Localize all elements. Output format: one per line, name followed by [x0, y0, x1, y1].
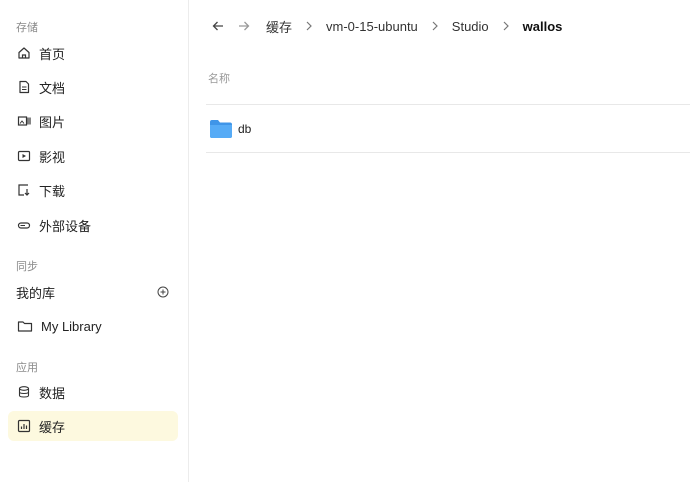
- forward-arrow-icon[interactable]: [236, 18, 252, 34]
- sidebar-item-label: 影视: [39, 149, 66, 165]
- sidebar-item-external-devices[interactable]: 外部设备: [8, 210, 178, 240]
- sidebar-item-label: 图片: [39, 114, 66, 130]
- sidebar-item-cache[interactable]: 缓存: [8, 411, 178, 441]
- sidebar-item-label: 文档: [39, 80, 66, 96]
- file-row[interactable]: db: [206, 106, 690, 152]
- breadcrumb: 缓存 vm-0-15-ubuntu Studio wallos: [190, 0, 690, 52]
- breadcrumb-item-current: wallos: [522, 18, 563, 34]
- sidebar-item-downloads[interactable]: 下载: [8, 175, 178, 205]
- my-library-label: 我的库: [16, 285, 56, 301]
- sidebar: 存储 首页 文档 图片 影视 下载 外部设备 同步 我的库 My Library…: [0, 0, 189, 482]
- download-icon: [17, 183, 31, 197]
- chevron-right-icon: [302, 19, 316, 33]
- breadcrumb-item-studio[interactable]: Studio: [452, 19, 489, 34]
- sidebar-item-my-library[interactable]: My Library: [8, 311, 178, 341]
- section-header-storage: 存储: [16, 22, 38, 34]
- sidebar-item-data[interactable]: 数据: [8, 377, 178, 407]
- breadcrumb-item-cache[interactable]: 缓存: [266, 17, 292, 36]
- folder-icon: [210, 120, 232, 138]
- section-header-sync: 同步: [16, 261, 38, 273]
- cache-icon: [17, 419, 31, 433]
- sidebar-item-label: 缓存: [39, 419, 66, 435]
- sidebar-item-label: 外部设备: [39, 218, 92, 234]
- divider: [206, 152, 690, 153]
- divider: [206, 104, 690, 105]
- section-header-apps: 应用: [16, 362, 38, 374]
- video-icon: [17, 149, 31, 163]
- sidebar-item-videos[interactable]: 影视: [8, 141, 178, 171]
- back-arrow-icon[interactable]: [210, 18, 226, 34]
- file-name: db: [238, 122, 252, 136]
- my-library-header: 我的库: [8, 277, 178, 307]
- sidebar-item-home[interactable]: 首页: [8, 38, 178, 68]
- sidebar-item-label: My Library: [41, 318, 102, 334]
- chevron-right-icon: [499, 19, 513, 33]
- database-icon: [17, 385, 31, 399]
- app-window: 存储 首页 文档 图片 影视 下载 外部设备 同步 我的库 My Library…: [0, 0, 690, 482]
- sidebar-item-label: 首页: [39, 46, 66, 62]
- sidebar-item-label: 数据: [39, 385, 66, 401]
- sidebar-item-documents[interactable]: 文档: [8, 72, 178, 102]
- main-panel: 缓存 vm-0-15-ubuntu Studio wallos 名称 db: [190, 0, 690, 482]
- document-icon: [17, 80, 31, 94]
- home-icon: [17, 46, 31, 60]
- column-header-name[interactable]: 名称: [208, 70, 230, 86]
- sidebar-item-label: 下载: [39, 183, 66, 199]
- breadcrumb-item-host[interactable]: vm-0-15-ubuntu: [326, 19, 418, 34]
- chevron-right-icon: [428, 19, 442, 33]
- image-icon: [17, 114, 31, 128]
- add-library-icon[interactable]: [156, 285, 170, 299]
- external-drive-icon: [17, 218, 31, 232]
- folder-outline-icon: [17, 319, 33, 333]
- sidebar-item-images[interactable]: 图片: [8, 106, 178, 136]
